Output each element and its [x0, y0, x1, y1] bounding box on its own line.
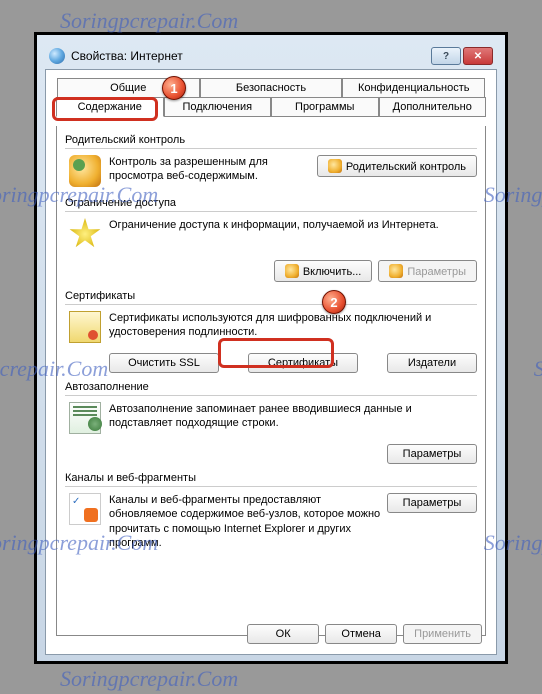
certs-text: Сертификаты используются для шифрованных… — [109, 311, 477, 340]
autofill-text: Автозаполнение запоминает ранее вводивши… — [109, 402, 477, 431]
apply-button: Применить — [403, 624, 482, 644]
tab-privacy[interactable]: Конфиденциальность — [342, 78, 485, 97]
titlebar[interactable]: Свойства: Интернет ? ✕ — [45, 43, 497, 69]
parental-header: Родительский контроль — [65, 134, 477, 146]
divider — [65, 211, 477, 212]
divider — [65, 486, 477, 487]
autofill-header: Автозаполнение — [65, 381, 477, 393]
tab-panel-content: Родительский контроль Контроль за разреш… — [56, 126, 486, 636]
clear-ssl-button[interactable]: Очистить SSL — [109, 353, 219, 373]
parental-text: Контроль за разрешенным для просмотра ве… — [109, 155, 317, 184]
certificates-button[interactable]: Сертификаты — [248, 353, 358, 373]
tab-security[interactable]: Безопасность — [200, 78, 343, 97]
parental-icon — [69, 155, 101, 187]
parental-control-button[interactable]: Родительский контроль — [317, 155, 477, 177]
ok-button[interactable]: ОК — [247, 624, 319, 644]
tab-connections[interactable]: Подключения — [164, 97, 272, 117]
feeds-header: Каналы и веб-фрагменты — [65, 472, 477, 484]
internet-icon — [49, 48, 65, 64]
screenshot-frame: Свойства: Интернет ? ✕ Общие Безопасност… — [34, 32, 508, 664]
divider — [65, 395, 477, 396]
help-button[interactable]: ? — [431, 47, 461, 65]
tab-strip: Общие Безопасность Конфиденциальность Со… — [56, 78, 486, 117]
autofill-params-button[interactable]: Параметры — [387, 444, 477, 464]
watermark: Soringpcrepair.Com — [60, 8, 238, 34]
dialog-body: Общие Безопасность Конфиденциальность Со… — [45, 69, 497, 655]
restrict-params-button: Параметры — [378, 260, 477, 282]
window-title: Свойства: Интернет — [71, 49, 431, 63]
window-chrome: Свойства: Интернет ? ✕ Общие Безопасност… — [37, 35, 505, 661]
tab-content[interactable]: Содержание — [56, 97, 164, 117]
cert-icon — [69, 311, 101, 343]
cancel-button[interactable]: Отмена — [325, 624, 397, 644]
tab-advanced[interactable]: Дополнительно — [379, 97, 487, 117]
watermark: Soringpcrepair.Com — [60, 666, 238, 692]
feeds-text: Каналы и веб-фрагменты предоставляют обн… — [109, 493, 387, 550]
certs-header: Сертификаты — [65, 290, 477, 302]
restrict-text: Ограничение доступа к информации, получа… — [109, 218, 477, 232]
enable-button[interactable]: Включить... — [274, 260, 373, 282]
close-button[interactable]: ✕ — [463, 47, 493, 65]
restrict-icon — [69, 218, 101, 250]
tab-programs[interactable]: Программы — [271, 97, 379, 117]
publishers-button[interactable]: Издатели — [387, 353, 477, 373]
divider — [65, 304, 477, 305]
restrict-header: Ограничение доступа — [65, 197, 477, 209]
feed-icon — [69, 493, 101, 525]
callout-2: 2 — [322, 290, 346, 314]
autofill-icon — [69, 402, 101, 434]
dialog-footer: ОК Отмена Применить — [247, 624, 482, 644]
callout-1: 1 — [162, 76, 186, 100]
divider — [65, 148, 477, 149]
watermark: Soringpcrepair.Com — [534, 356, 542, 382]
feeds-params-button[interactable]: Параметры — [387, 493, 477, 513]
